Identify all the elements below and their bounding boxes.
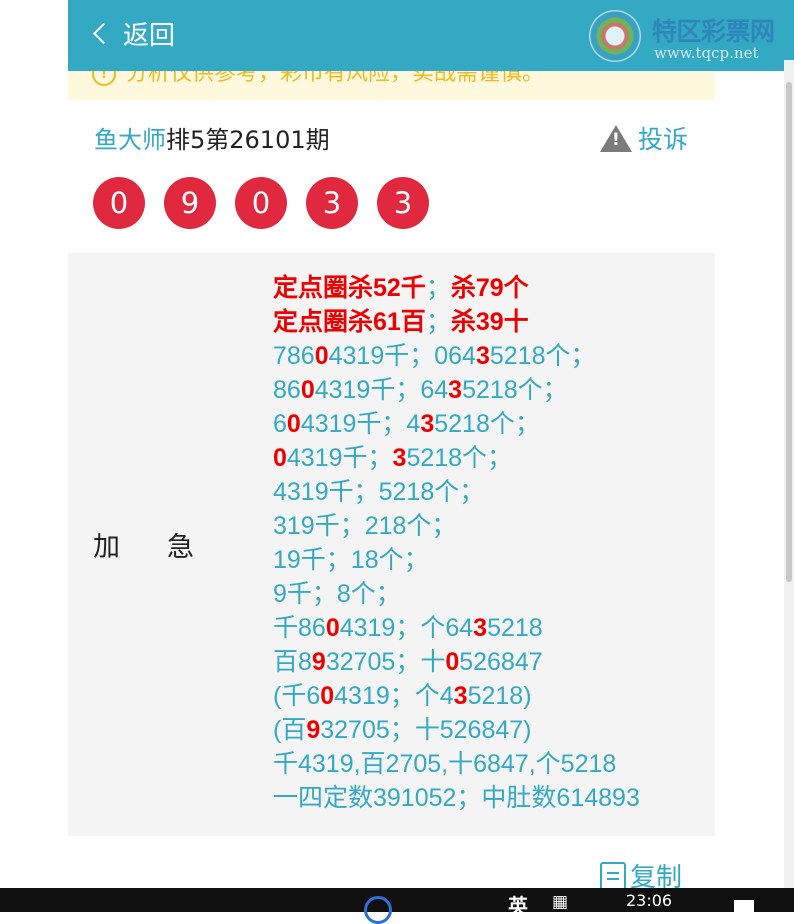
line-text: 千4319,百2705,十6847,个5218 [273, 750, 617, 778]
prediction-line: 一四定数391052；中肚数614893 [273, 781, 640, 815]
line-text: ； [425, 274, 451, 302]
scrollbar[interactable] [784, 60, 794, 912]
highlight-digit: 3 [420, 410, 435, 438]
ime-mode-icon[interactable]: ▦ [552, 892, 568, 912]
prediction-line: 04319千；35218个； [273, 441, 640, 475]
highlight-digit: 9 [311, 648, 326, 676]
line-text: 4319；个4 [334, 682, 454, 710]
highlight-digit: 9 [306, 716, 321, 744]
page-title: 鱼大师排5第26101期 [94, 120, 330, 160]
prediction-line: (千604319；个435218) [273, 679, 640, 713]
draw-balls: 09033 [93, 177, 448, 229]
prediction-line: 百8932705；十0526847 [273, 645, 640, 679]
prediction-line: 8604319千；6435218个； [273, 373, 640, 407]
line-text: 786 [273, 342, 315, 370]
card-label-a: 加 [93, 532, 120, 563]
prediction-line: 千4319,百2705,十6847,个5218 [273, 747, 640, 781]
scrollbar-thumb[interactable] [786, 82, 792, 582]
ime-indicator[interactable]: 英 [508, 890, 528, 919]
warning-icon: ! [600, 125, 632, 152]
line-text: 5218) [467, 682, 532, 710]
line-text: 杀79个 [450, 274, 529, 302]
page: ! 分析仅供参考，彩市有风险，实战需谨慎。 鱼大师排5第26101期 ! 投诉 09… [68, 0, 715, 912]
ball-5: 3 [377, 177, 429, 229]
highlight-digit: 3 [448, 376, 463, 404]
ball-3: 0 [235, 177, 287, 229]
clock[interactable]: 23:06 [626, 891, 672, 910]
back-label: 返回 [123, 21, 176, 51]
highlight-digit: 3 [475, 342, 490, 370]
line-text: 4319；个64 [339, 614, 474, 642]
line-text: 5218个； [434, 410, 540, 438]
prediction-line: 4319千；5218个； [273, 475, 640, 509]
prediction-lines: 定点圈杀52千；杀79个 定点圈杀61百；杀39十 78604319千；064352… [273, 271, 640, 815]
prediction-line: 604319千；435218个； [273, 407, 640, 441]
line-text: 4319千；4 [300, 410, 421, 438]
highlight-digit: 3 [453, 682, 468, 710]
highlight-digit: 0 [325, 614, 340, 642]
line-text: 4319千；64 [314, 376, 449, 404]
line-text: 定点圈杀61百 [273, 308, 426, 336]
line-text: 32705；十526847) [320, 716, 532, 744]
line-text: 5218个； [462, 376, 568, 404]
prediction-line: 319千；218个； [273, 509, 640, 543]
prediction-line: 定点圈杀61百；杀39十 [273, 305, 640, 339]
line-text: 4319千；5218个； [273, 478, 485, 506]
prediction-line: 78604319千；06435218个； [273, 339, 640, 373]
line-text: 526847 [459, 648, 543, 676]
line-text: 定点圈杀52千 [273, 274, 426, 302]
master-name[interactable]: 鱼大师 [94, 126, 166, 154]
prediction-line: (百932705；十526847) [273, 713, 640, 747]
watermark-logo-icon [589, 10, 641, 62]
watermark-url: www.tqcp.net [654, 44, 759, 62]
line-text: 5218个； [406, 444, 513, 472]
card-label-b: 急 [167, 532, 194, 563]
highlight-digit: 3 [473, 614, 488, 642]
highlight-digit: 0 [314, 342, 329, 370]
line-text: 千86 [273, 614, 326, 642]
line-text: 4319千； [286, 444, 393, 472]
taskbar: 英 ▦ 23:06 [0, 888, 794, 924]
watermark-brand: 特区彩票网 [652, 17, 775, 46]
line-text: 32705；十 [325, 648, 446, 676]
line-text: 百8 [273, 648, 312, 676]
line-text: 9千；8个； [273, 580, 401, 608]
highlight-digit: 0 [286, 410, 301, 438]
prediction-line: 定点圈杀52千；杀79个 [273, 271, 640, 305]
line-text: 5218 [487, 614, 543, 642]
line-text: 5218个； [489, 342, 596, 370]
line-text: ； [425, 308, 451, 336]
ball-4: 3 [306, 177, 358, 229]
ball-2: 9 [164, 177, 216, 229]
notification-icon[interactable] [734, 900, 754, 912]
line-text: (千6 [273, 682, 321, 710]
search-icon[interactable] [364, 896, 392, 924]
highlight-digit: 0 [445, 648, 460, 676]
line-text: 6 [273, 410, 287, 438]
complain-button[interactable]: ! 投诉 [600, 120, 688, 160]
complain-label: 投诉 [638, 125, 689, 154]
line-text: 4319千；064 [328, 342, 476, 370]
highlight-digit: 3 [392, 444, 407, 472]
line-text: 86 [273, 376, 301, 404]
prediction-line: 千8604319；个6435218 [273, 611, 640, 645]
line-text: 319千；218个； [273, 512, 457, 540]
highlight-digit: 0 [273, 444, 287, 472]
line-text: 一四定数391052；中肚数614893 [273, 784, 640, 812]
highlight-digit: 0 [300, 376, 315, 404]
ball-1: 0 [93, 177, 145, 229]
chevron-left-icon [92, 22, 115, 45]
line-text: 杀39十 [450, 308, 529, 336]
issue-label: 排5第26101期 [166, 126, 330, 154]
prediction-line: 9千；8个； [273, 577, 640, 611]
highlight-digit: 0 [320, 682, 335, 710]
prediction-card: 加急 定点圈杀52千；杀79个 定点圈杀61百；杀39十 78604319千；064… [68, 253, 715, 836]
prediction-line: 19千；18个； [273, 543, 640, 577]
line-text: 19千；18个； [273, 546, 429, 574]
line-text: (百 [273, 716, 307, 744]
card-label: 加急 [93, 525, 241, 564]
back-button[interactable]: 返回 [92, 18, 176, 54]
